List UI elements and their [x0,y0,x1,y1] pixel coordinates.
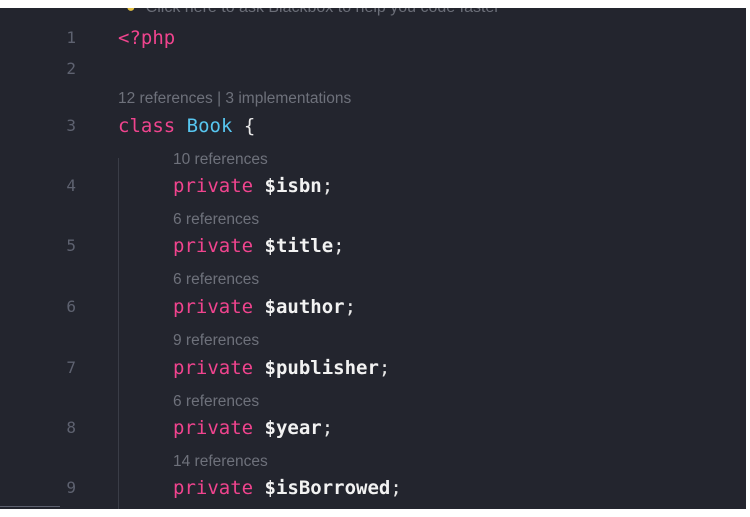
property-variable: $author [264,296,345,318]
property-variable: $isBorrowed [264,477,391,499]
line-number: 1 [66,28,76,47]
code-line-4[interactable]: 4 private $isbn; [0,172,746,200]
semicolon: ; [378,357,391,379]
semicolon: ; [344,296,357,318]
property-declaration: private $isbn; [173,172,333,200]
code-line-6[interactable]: 6 private $author; [0,293,746,321]
private-keyword: private [173,417,254,439]
codelens-references[interactable]: 10 references [173,149,268,171]
codelens-references[interactable]: 6 references [173,391,259,413]
line-number: 4 [66,176,76,195]
semicolon: ; [321,175,334,197]
next-line-number-stub [0,506,60,507]
semicolon: ; [321,417,334,439]
property-variable: $year [264,417,322,439]
line-number: 2 [66,59,76,78]
blackbox-hint-text: Click here to ask Blackbox to help you c… [146,8,500,16]
class-declaration: class Book { [118,112,255,140]
private-keyword: private [173,296,254,318]
codelens-references[interactable]: 9 references [173,330,259,352]
property-declaration: private $publisher; [173,354,390,382]
class-name: Book [186,115,233,137]
line-number: 3 [66,116,76,135]
code-line-1[interactable]: 1 <?php [0,24,746,52]
lightbulb-icon: ● [126,8,136,20]
property-variable: $publisher [264,357,379,379]
private-keyword: private [173,357,254,379]
property-declaration: private $year; [173,414,333,442]
property-declaration: private $title; [173,232,345,260]
code-line-9[interactable]: 9 private $isBorrowed; [0,474,746,502]
class-keyword: class [118,115,176,137]
codelens-references[interactable]: 14 references [173,451,268,473]
private-keyword: private [173,235,254,257]
code-line-2[interactable]: 2 [0,55,746,83]
semicolon: ; [333,235,345,257]
property-declaration: private $author; [173,293,356,321]
code-line-8[interactable]: 8 private $year; [0,414,746,442]
private-keyword: private [173,477,254,499]
property-declaration: private $isBorrowed; [173,474,402,502]
code-line-7[interactable]: 7 private $publisher; [0,354,746,382]
indent-guide [118,158,119,509]
private-keyword: private [173,175,254,197]
line-number: 6 [66,297,76,316]
codelens-references[interactable]: 12 references | 3 implementations [118,88,351,110]
line-number: 5 [66,236,76,255]
codelens-references[interactable]: 6 references [173,269,259,291]
open-brace: { [243,115,256,137]
codelens-references[interactable]: 6 references [173,209,259,231]
code-editor[interactable]: ● Click here to ask Blackbox to help you … [0,8,746,509]
blackbox-hint[interactable]: ● Click here to ask Blackbox to help you … [126,8,500,20]
property-variable: $isbn [264,175,322,197]
line-number: 7 [66,358,76,377]
code-line-3[interactable]: 3 class Book { [0,112,746,140]
php-open-tag: <?php [118,27,176,49]
line-number: 9 [66,478,76,497]
line-number: 8 [66,418,76,437]
property-variable: $title [264,235,334,257]
code-line-5[interactable]: 5 private $title; [0,232,746,260]
semicolon: ; [390,477,402,499]
